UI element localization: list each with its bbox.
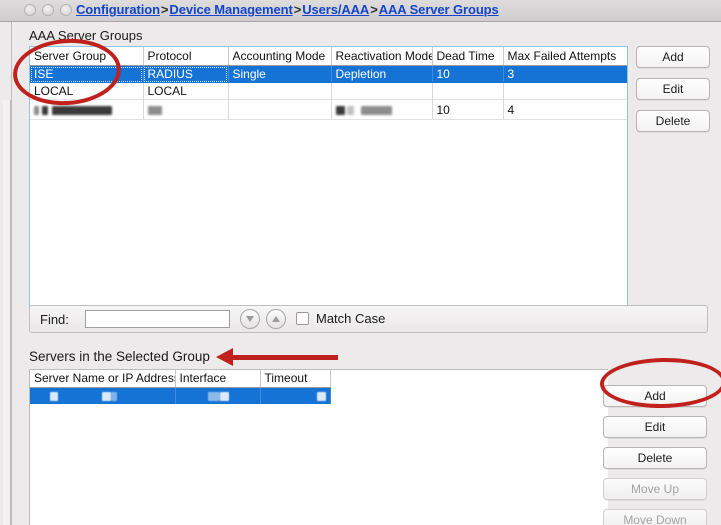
move-down-button: Move Down [603, 509, 707, 525]
left-gutter-divider [3, 100, 11, 525]
add-server-button[interactable]: Add [603, 385, 707, 407]
breadcrumb[interactable]: Configuration>Device Management>Users/AA… [76, 2, 499, 17]
breadcrumb-separator: > [293, 2, 302, 17]
main-content: AAA Server Groups Server Group Protocol … [13, 22, 721, 525]
cell-reactivation-mode[interactable] [331, 82, 433, 100]
left-gutter [0, 22, 12, 525]
match-case-checkbox[interactable] [296, 312, 309, 325]
table-row[interactable]: ISE RADIUS Single Depletion 10 3 [30, 65, 627, 83]
find-input[interactable] [85, 310, 230, 328]
column-header-max-failed-attempts[interactable]: Max Failed Attempts [503, 47, 627, 66]
column-header-protocol[interactable]: Protocol [143, 47, 229, 66]
column-header-timeout[interactable]: Timeout [260, 370, 331, 388]
cell-protocol[interactable]: LOCAL [143, 82, 229, 100]
column-header-server-group[interactable]: Server Group [30, 47, 144, 66]
window-titlebar: Configuration>Device Management>Users/AA… [0, 0, 721, 22]
cell-timeout[interactable] [260, 387, 331, 404]
cell-server-group[interactable]: LOCAL [30, 82, 144, 100]
cell-reactivation-mode[interactable]: Depletion [331, 65, 433, 83]
edit-server-button[interactable]: Edit [603, 416, 707, 438]
cell-dead-time[interactable] [432, 82, 504, 100]
aaa-server-groups-table[interactable]: Server Group Protocol Accounting Mode Re… [30, 47, 627, 120]
redacted-text [335, 105, 345, 115]
close-button[interactable] [24, 4, 36, 16]
breadcrumb-separator: > [160, 2, 169, 17]
find-next-button[interactable] [240, 309, 260, 329]
move-up-button: Move Up [603, 478, 707, 500]
cell-interface[interactable] [175, 387, 261, 404]
chevron-down-circle-icon [246, 316, 254, 322]
find-previous-button[interactable] [266, 309, 286, 329]
redacted-text [316, 391, 326, 401]
cell-reactivation-mode[interactable] [331, 99, 433, 120]
match-case-label[interactable]: Match Case [316, 311, 385, 326]
servers-table[interactable]: Server Name or IP Address Interface Time… [30, 370, 331, 404]
delete-server-button[interactable]: Delete [603, 447, 707, 469]
minimize-button[interactable] [42, 4, 54, 16]
delete-server-group-button[interactable]: Delete [636, 110, 710, 132]
redacted-text [42, 105, 48, 115]
cell-protocol[interactable] [143, 99, 229, 120]
column-header-reactivation-mode[interactable]: Reactivation Mode [331, 47, 433, 66]
column-header-dead-time[interactable]: Dead Time [432, 47, 504, 66]
column-header-accounting-mode[interactable]: Accounting Mode [228, 47, 332, 66]
window-controls [24, 4, 72, 16]
redacted-text [207, 391, 220, 401]
edit-server-group-button[interactable]: Edit [636, 78, 710, 100]
cell-accounting-mode[interactable] [228, 82, 332, 100]
redacted-text [346, 105, 354, 115]
find-bar: Find: Match Case [29, 305, 708, 333]
servers-table-panel[interactable]: Server Name or IP Address Interface Time… [29, 369, 608, 525]
table-row[interactable] [30, 387, 331, 404]
redacted-text [219, 391, 229, 401]
redacted-text [34, 105, 39, 115]
aaa-server-groups-title: AAA Server Groups [29, 28, 143, 43]
add-server-group-button[interactable]: Add [636, 46, 710, 68]
redacted-text [102, 391, 111, 401]
cell-dead-time[interactable]: 10 [432, 65, 504, 83]
cell-max-failed-attempts[interactable]: 4 [503, 99, 627, 120]
aaa-server-groups-table-panel[interactable]: Server Group Protocol Accounting Mode Re… [29, 46, 628, 321]
breadcrumb-item-aaa-server-groups[interactable]: AAA Server Groups [379, 2, 499, 17]
cell-accounting-mode[interactable]: Single [228, 65, 332, 83]
breadcrumb-item-users-aaa[interactable]: Users/AAA [302, 2, 369, 17]
servers-in-selected-group-title: Servers in the Selected Group [29, 349, 210, 364]
redacted-text [147, 105, 162, 115]
table-row[interactable]: 10 4 [30, 99, 627, 120]
breadcrumb-item-configuration[interactable]: Configuration [76, 2, 160, 17]
chevron-up-circle-icon [272, 316, 280, 322]
zoom-button[interactable] [60, 4, 72, 16]
cell-server-group[interactable]: ISE [30, 65, 144, 83]
breadcrumb-separator: > [370, 2, 378, 17]
table-row[interactable]: LOCAL LOCAL [30, 82, 627, 100]
app-window: Configuration>Device Management>Users/AA… [0, 0, 721, 525]
cell-server-name-or-ip[interactable] [30, 387, 176, 404]
redacted-text [50, 391, 58, 401]
cell-max-failed-attempts[interactable]: 3 [503, 65, 627, 83]
cell-dead-time[interactable]: 10 [432, 99, 504, 120]
cell-accounting-mode[interactable] [228, 99, 332, 120]
table-header-row: Server Group Protocol Accounting Mode Re… [30, 47, 627, 66]
cell-protocol[interactable]: RADIUS [143, 65, 229, 83]
table-header-row: Server Name or IP Address Interface Time… [30, 370, 331, 388]
redacted-text [111, 391, 117, 401]
cell-server-group[interactable] [30, 99, 144, 120]
redacted-text [360, 105, 392, 115]
cell-max-failed-attempts[interactable] [503, 82, 627, 100]
find-label: Find: [40, 312, 69, 327]
column-header-server-name-or-ip[interactable]: Server Name or IP Address [30, 370, 176, 388]
redacted-text [52, 105, 112, 115]
column-header-interface[interactable]: Interface [175, 370, 261, 388]
breadcrumb-item-device-management[interactable]: Device Management [169, 2, 292, 17]
